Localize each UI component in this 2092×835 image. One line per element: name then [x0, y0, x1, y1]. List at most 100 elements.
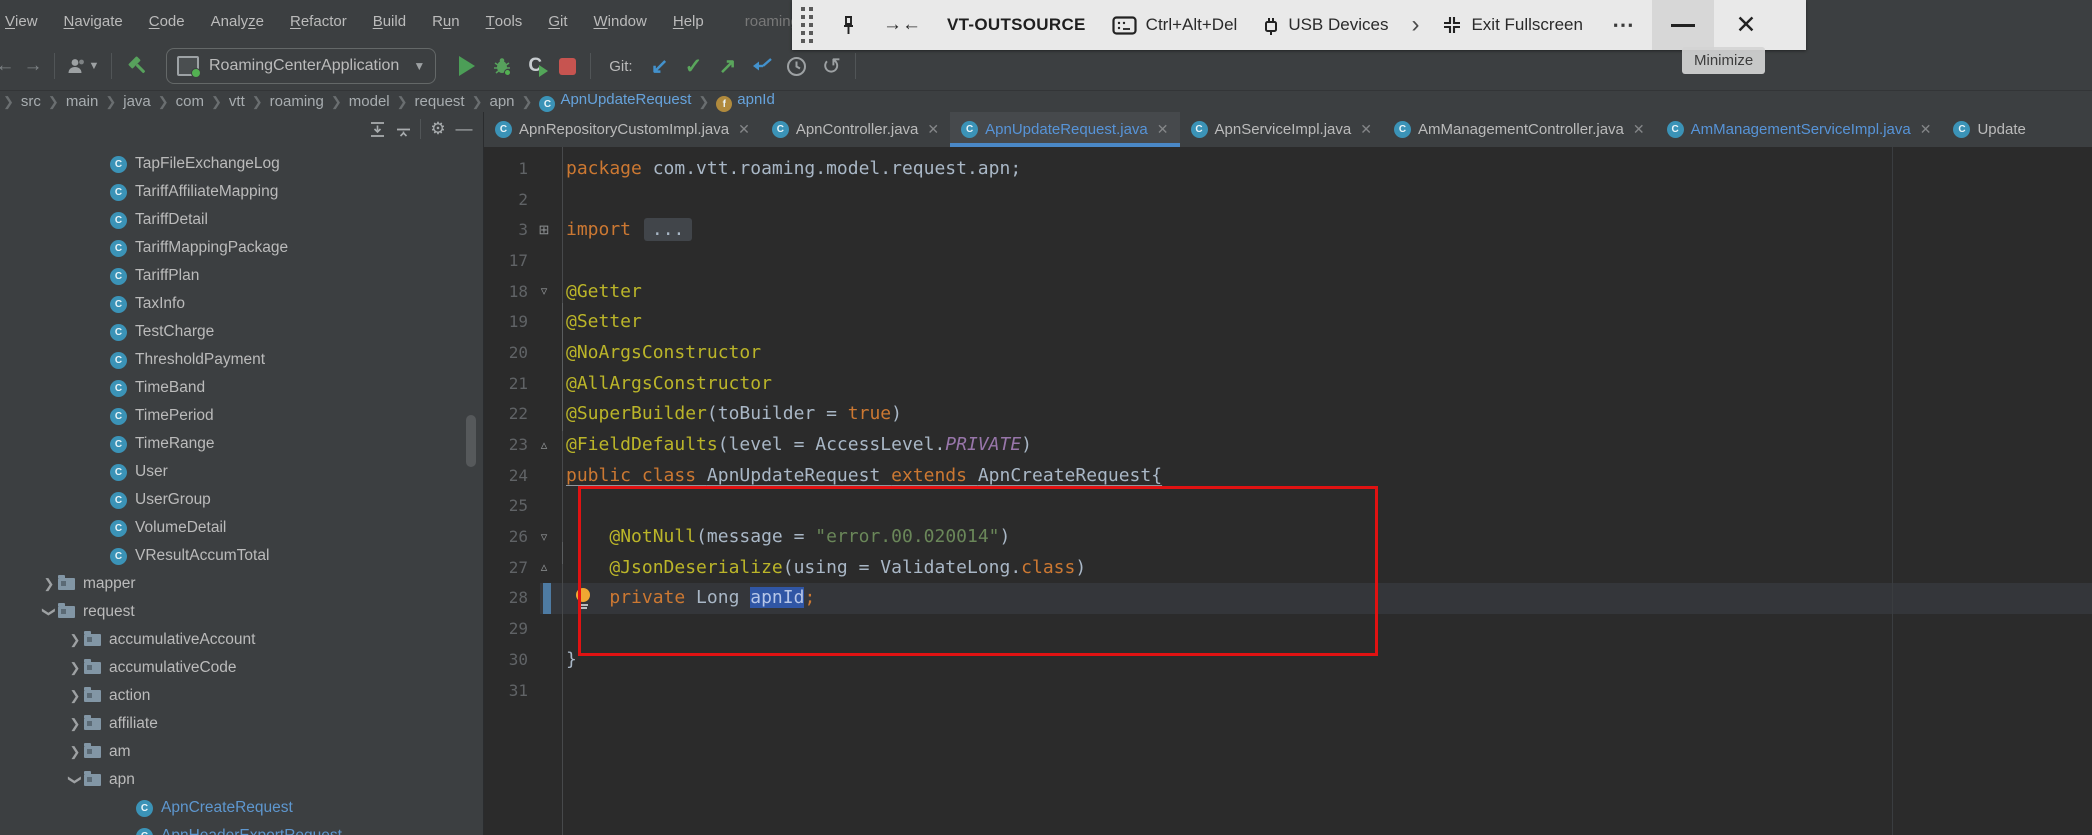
code-line-20[interactable]: 20@NoArgsConstructor — [484, 337, 2092, 368]
tree-item-am[interactable]: ❯am — [0, 738, 483, 766]
code-line-30[interactable]: 30} — [484, 644, 2092, 675]
chevron-collapsed-icon[interactable]: ❯ — [66, 660, 84, 676]
code-line-17[interactable]: 17 — [484, 245, 2092, 276]
breadcrumb-item-vtt[interactable]: vtt — [229, 93, 245, 110]
exit-fullscreen-button[interactable]: Exit Fullscreen — [1442, 15, 1582, 35]
close-icon[interactable]: ✕ — [927, 121, 939, 138]
breadcrumb-item-model[interactable]: model — [349, 93, 390, 110]
code-area[interactable]: 1package com.vtt.roaming.model.request.a… — [484, 147, 2092, 835]
ctrl-alt-del-button[interactable]: Ctrl+Alt+Del — [1112, 15, 1238, 35]
breadcrumb-field-item[interactable]: fapnId — [716, 91, 775, 113]
tab-AmManagementController.java[interactable]: CAmManagementController.java✕ — [1383, 112, 1656, 147]
tree-item-ThresholdPayment[interactable]: CThresholdPayment — [0, 346, 483, 374]
chevron-expanded-icon[interactable]: ❯ — [67, 771, 83, 789]
breadcrumb-item-java[interactable]: java — [123, 93, 151, 110]
git-push-button[interactable]: ↗ — [711, 49, 745, 83]
tree-item-TariffPlan[interactable]: CTariffPlan — [0, 262, 483, 290]
history-button[interactable] — [779, 49, 815, 83]
tree-item-apn[interactable]: ❯apn — [0, 766, 483, 794]
git-fetch-button[interactable] — [745, 49, 779, 83]
tree-item-TimeBand[interactable]: CTimeBand — [0, 374, 483, 402]
stop-button[interactable] — [550, 49, 584, 83]
code-line-23[interactable]: 23▵@FieldDefaults(level = AccessLevel.PR… — [484, 429, 2092, 460]
code-line-29[interactable]: 29 — [484, 613, 2092, 644]
close-icon[interactable]: ✕ — [738, 121, 750, 138]
fold-marker-icon[interactable]: ▿ — [535, 283, 553, 299]
fold-marker-icon[interactable]: ▵ — [535, 559, 553, 575]
breadcrumb-item-src[interactable]: src — [21, 93, 41, 110]
tree-item-VResultAccumTotal[interactable]: CVResultAccumTotal — [0, 542, 483, 570]
intention-bulb-icon[interactable] — [576, 588, 591, 609]
tree-item-affiliate[interactable]: ❯affiliate — [0, 710, 483, 738]
back-icon[interactable]: ← — [0, 49, 18, 83]
menu-item-code[interactable]: Code — [136, 0, 198, 42]
tree-item-TimePeriod[interactable]: CTimePeriod — [0, 402, 483, 430]
tree-item-action[interactable]: ❯action — [0, 682, 483, 710]
tree-item-mapper[interactable]: ❯mapper — [0, 570, 483, 598]
fold-marker-icon[interactable]: ▿ — [535, 529, 553, 545]
chevron-collapsed-icon[interactable]: ❯ — [66, 632, 84, 648]
code-line-2[interactable]: 2 — [484, 184, 2092, 215]
rollback-button[interactable]: ↺ — [815, 49, 849, 83]
tree-scrollbar[interactable] — [466, 415, 476, 467]
chevron-collapsed-icon[interactable]: ❯ — [66, 716, 84, 732]
tree-item-accumulativeCode[interactable]: ❯accumulativeCode — [0, 654, 483, 682]
code-line-25[interactable]: 25 — [484, 491, 2092, 522]
menu-item-run[interactable]: Run — [419, 0, 473, 42]
menu-item-build[interactable]: Build — [360, 0, 419, 42]
tab-ApnController.java[interactable]: CApnController.java✕ — [761, 112, 950, 147]
user-account-icon[interactable]: ▼ — [61, 49, 105, 83]
run-with-coverage-button[interactable]: C — [520, 49, 550, 83]
tree-item-TariffDetail[interactable]: CTariffDetail — [0, 206, 483, 234]
drag-handle[interactable] — [801, 7, 813, 43]
chevron-collapsed-icon[interactable]: ❯ — [66, 744, 84, 760]
code-line-22[interactable]: 22@SuperBuilder(toBuilder = true) — [484, 399, 2092, 430]
breadcrumb-item-request[interactable]: request — [415, 93, 465, 110]
close-icon[interactable]: ✕ — [1360, 121, 1372, 138]
close-icon[interactable]: ✕ — [1920, 121, 1932, 138]
chevron-expanded-icon[interactable]: ❯ — [41, 603, 57, 621]
menu-item-help[interactable]: Help — [660, 0, 717, 42]
tab-Update[interactable]: CUpdate — [1942, 112, 2036, 147]
tree-item-VolumeDetail[interactable]: CVolumeDetail — [0, 514, 483, 542]
tab-ApnServiceImpl.java[interactable]: CApnServiceImpl.java✕ — [1180, 112, 1383, 147]
git-commit-button[interactable]: ✓ — [677, 49, 711, 83]
tree-item-ApnHeaderExportRequest[interactable]: CApnHeaderExportRequest — [0, 822, 483, 835]
menu-item-window[interactable]: Window — [580, 0, 659, 42]
menu-item-refactor[interactable]: Refactor — [277, 0, 360, 42]
tab-ApnRepositoryCustomImpl.java[interactable]: CApnRepositoryCustomImpl.java✕ — [484, 112, 761, 147]
menu-item-analyze[interactable]: Analyze — [198, 0, 277, 42]
tree-item-UserGroup[interactable]: CUserGroup — [0, 486, 483, 514]
menu-item-tools[interactable]: Tools — [473, 0, 536, 42]
tree-item-ApnCreateRequest[interactable]: CApnCreateRequest — [0, 794, 483, 822]
code-line-27[interactable]: 27▵ @JsonDeserialize(using = ValidateLon… — [484, 552, 2092, 583]
more-options-icon[interactable]: ⋯ — [1612, 12, 1636, 38]
code-line-3[interactable]: 3⊞import ... — [484, 214, 2092, 245]
code-line-19[interactable]: 19@Setter — [484, 306, 2092, 337]
code-line-21[interactable]: 21@AllArgsConstructor — [484, 368, 2092, 399]
forward-icon[interactable]: → — [18, 49, 48, 83]
breadcrumb-item-main[interactable]: main — [66, 93, 99, 110]
breadcrumb-class-item[interactable]: CApnUpdateRequest — [539, 91, 691, 113]
tab-ApnUpdateRequest.java[interactable]: CApnUpdateRequest.java✕ — [950, 112, 1179, 147]
tree-item-request[interactable]: ❯request — [0, 598, 483, 626]
hide-panel-icon[interactable]: — — [451, 116, 477, 142]
fold-marker-icon[interactable]: ▵ — [535, 437, 553, 453]
run-configuration-select[interactable]: RoamingCenterApplication ▼ — [166, 48, 436, 84]
menu-item-navigate[interactable]: Navigate — [51, 0, 136, 42]
close-icon[interactable]: ✕ — [1157, 121, 1169, 138]
breadcrumb-item-roaming[interactable]: roaming — [270, 93, 324, 110]
minimize-button[interactable] — [1652, 0, 1714, 50]
git-update-button[interactable]: ↙ — [643, 49, 677, 83]
close-icon[interactable]: ✕ — [1633, 121, 1645, 138]
breadcrumb-item-apn[interactable]: apn — [490, 93, 515, 110]
tab-AmManagementServiceImpl.java[interactable]: CAmManagementServiceImpl.java✕ — [1656, 112, 1943, 147]
run-button[interactable] — [450, 49, 484, 83]
pin-button[interactable] — [840, 15, 857, 36]
gear-icon[interactable]: ⚙ — [425, 116, 451, 142]
tree-item-accumulativeAccount[interactable]: ❯accumulativeAccount — [0, 626, 483, 654]
close-button[interactable]: ✕ — [1714, 0, 1778, 50]
chevron-right-icon[interactable]: › — [1411, 11, 1419, 39]
collapse-all-icon[interactable] — [390, 116, 416, 142]
chevron-collapsed-icon[interactable]: ❯ — [66, 688, 84, 704]
